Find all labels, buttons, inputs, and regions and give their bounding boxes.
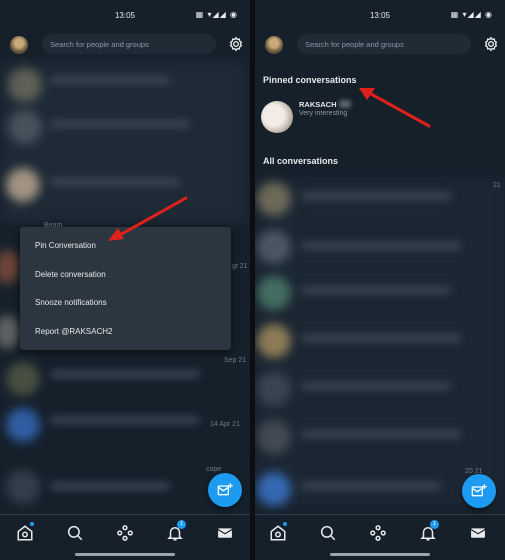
spaces-icon[interactable] [116,524,134,542]
conversation-row[interactable] [0,362,250,398]
pinned-name: RAKSACH [299,100,337,109]
home-unread-dot [283,522,287,526]
compose-message-button[interactable] [462,474,496,508]
pinned-section-title: Pinned conversations [263,75,357,85]
conversation-row[interactable] [0,68,250,104]
conversation-row[interactable] [255,230,505,266]
home-unread-dot [30,522,34,526]
home-indicator [330,553,430,556]
conversation-row[interactable] [0,110,250,146]
pinned-conversation[interactable]: RAKSACH Very interesting [255,98,505,140]
messages-icon[interactable] [469,524,487,542]
status-icons: ▦ ▾◢◢ ◉ [195,10,238,19]
ghost-text: 14 Apr 21 [210,421,240,428]
ghost-text: gt 21 [232,263,248,270]
search-icon[interactable] [319,524,337,542]
pinned-avatar [261,101,293,133]
left-screenshot: 13:05 ▦ ▾◢◢ ◉ Search for people and grou… [0,0,250,560]
home-icon[interactable] [16,524,34,542]
conversation-row[interactable] [0,168,250,204]
messages-icon[interactable] [216,524,234,542]
all-conversations-title: All conversations [263,156,339,166]
redacted-handle [339,100,351,108]
notifications-badge: 1 [177,520,186,529]
status-bar: 13:05 ▦ ▾◢◢ ◉ [0,0,250,34]
status-icons: ▦ ▾◢◢ ◉ [450,10,493,19]
menu-item-delete-conversation[interactable]: Delete conversation [35,270,106,279]
compose-message-button[interactable] [208,473,242,507]
profile-avatar[interactable] [265,36,283,54]
ghost-text: 21 [493,182,501,189]
settings-icon[interactable] [483,36,499,52]
menu-item-pin-conversation[interactable]: Pin Conversation [35,241,96,250]
conversation-row[interactable] [255,182,505,218]
conversation-row[interactable] [255,276,505,312]
home-icon[interactable] [269,524,287,542]
pinned-message: Very interesting [299,110,348,117]
compose-message-icon [471,484,487,497]
search-input[interactable]: Search for people and groups [42,34,216,54]
bottom-navigation: 1 [0,514,250,560]
context-menu: Pin Conversation Delete conversation Sno… [20,227,231,350]
conversation-row[interactable] [255,372,505,408]
conversation-row[interactable] [255,420,505,456]
search-icon[interactable] [66,524,84,542]
top-bar: Search for people and groups [0,34,250,56]
right-screenshot: 13:05 ▦ ▾◢◢ ◉ Search for people and grou… [255,0,505,560]
compose-message-icon [217,483,233,496]
menu-item-report[interactable]: Report @RAKSACH2 [35,327,112,336]
bottom-navigation: 1 [255,514,505,560]
settings-icon[interactable] [228,36,244,52]
notifications-badge: 1 [430,520,439,529]
top-bar: Search for people and groups [255,34,505,56]
menu-item-snooze-notifications[interactable]: Snooze notifications [35,298,107,307]
spaces-icon[interactable] [369,524,387,542]
status-bar: 13:05 ▦ ▾◢◢ ◉ [255,0,505,34]
home-indicator [75,553,175,556]
search-input[interactable]: Search for people and groups [297,34,471,54]
conversation-row[interactable] [255,324,505,360]
profile-avatar[interactable] [10,36,28,54]
